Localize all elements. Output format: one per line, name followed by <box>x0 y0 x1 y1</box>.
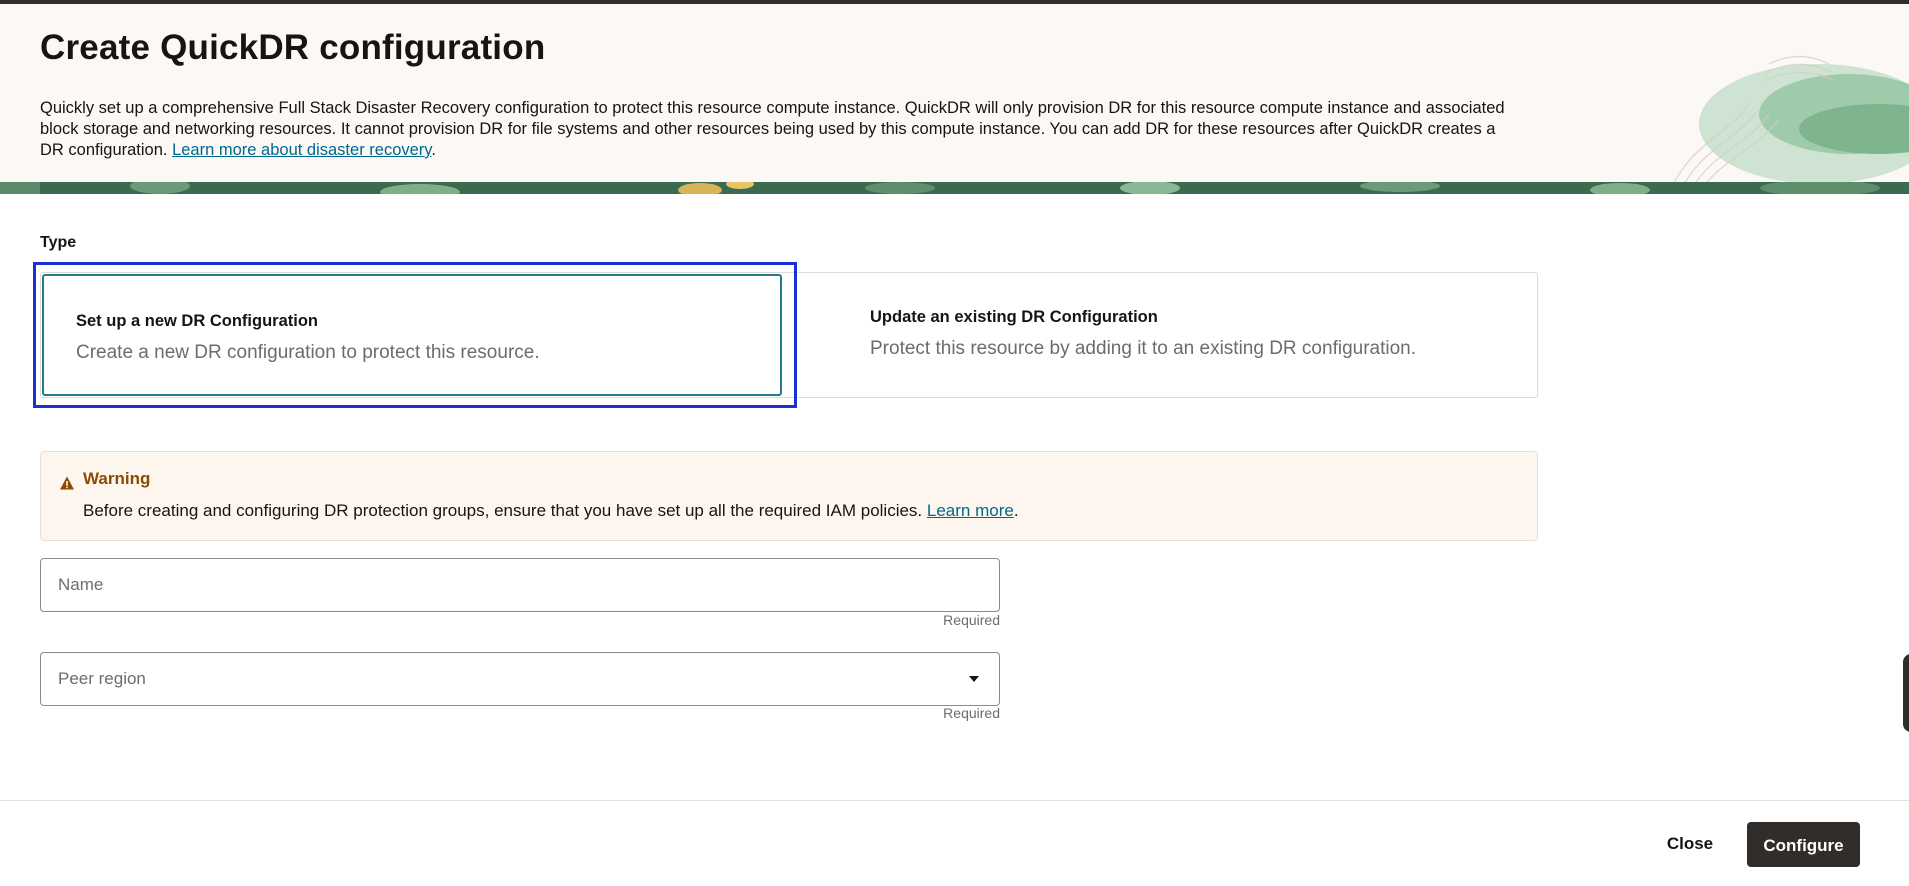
name-required-hint: Required <box>943 612 1000 628</box>
new-dr-configuration-option[interactable]: Set up a new DR Configuration Create a n… <box>42 274 782 396</box>
chevron-down-icon[interactable] <box>969 676 979 682</box>
option-title: Update an existing DR Configuration <box>870 308 1158 326</box>
description-suffix: . <box>431 141 436 159</box>
peer-region-placeholder: Peer region <box>58 669 146 688</box>
page-header: Create QuickDR configuration Quickly set… <box>0 4 1909 186</box>
learn-more-link[interactable]: Learn more <box>927 501 1014 520</box>
warning-message: Before creating and configuring DR prote… <box>83 501 1019 521</box>
name-input[interactable] <box>41 559 999 611</box>
type-options: Set up a new DR Configuration Create a n… <box>40 272 1538 398</box>
close-button[interactable]: Close <box>1650 823 1730 863</box>
warning-suffix: . <box>1013 501 1019 520</box>
warning-triangle-icon <box>60 476 74 490</box>
page-description: Quickly set up a comprehensive Full Stac… <box>40 98 1520 161</box>
quickdr-dialog: Create QuickDR configuration Quickly set… <box>0 0 1909 886</box>
peer-region-required-hint: Required <box>943 705 1000 721</box>
header-pattern-stripe <box>0 182 1909 194</box>
existing-dr-configuration-option[interactable]: Update an existing DR Configuration Prot… <box>796 273 1536 397</box>
warning-text: Before creating and configuring DR prote… <box>83 501 923 520</box>
option-description: Protect this resource by adding it to an… <box>870 338 1417 359</box>
footer-divider <box>0 800 1909 801</box>
configure-button[interactable]: Configure <box>1747 822 1860 867</box>
option-description: Create a new DR configuration to protect… <box>76 342 540 363</box>
name-field[interactable] <box>40 558 1000 612</box>
side-panel-tab[interactable] <box>1903 654 1909 732</box>
peer-region-select[interactable]: Peer region <box>40 652 1000 706</box>
type-label: Type <box>40 234 77 251</box>
warning-title: Warning <box>83 469 151 488</box>
page-title: Create QuickDR configuration <box>40 28 546 67</box>
learn-more-disaster-recovery-link[interactable]: Learn more about disaster recovery <box>172 141 431 159</box>
warning-banner: Warning Before creating and configuring … <box>40 451 1538 541</box>
option-title: Set up a new DR Configuration <box>76 312 318 330</box>
header-decoration-image <box>1672 55 1909 186</box>
